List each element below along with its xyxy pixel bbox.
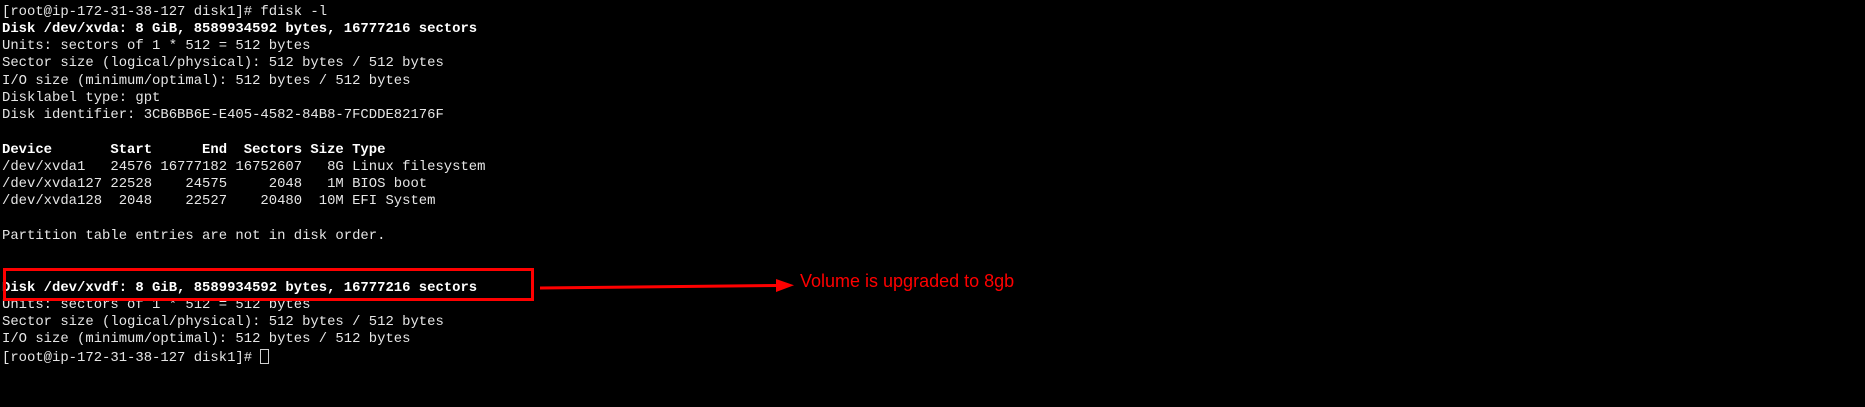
terminal-line: [root@ip-172-31-38-127 disk1]# fdisk -l [2, 4, 328, 20]
highlight-box [3, 268, 534, 301]
partition-row: /dev/xvda1 24576 16777182 16752607 8G Li… [2, 159, 486, 175]
terminal-line: Disklabel type: gpt [2, 90, 161, 106]
terminal-line: Sector size (logical/physical): 512 byte… [2, 314, 444, 330]
terminal-line: I/O size (minimum/optimal): 512 bytes / … [2, 73, 411, 89]
partition-table-header: Device Start End Sectors Size Type [2, 142, 386, 158]
annotation-arrow-icon [540, 279, 794, 292]
terminal-line: Units: sectors of 1 * 512 = 512 bytes [2, 38, 311, 54]
terminal-line: Sector size (logical/physical): 512 byte… [2, 55, 444, 71]
partition-row: /dev/xvda127 22528 24575 2048 1M BIOS bo… [2, 176, 428, 192]
partition-row: /dev/xvda128 2048 22527 20480 10M EFI Sy… [2, 193, 436, 209]
terminal-line: Disk identifier: 3CB6BB6E-E405-4582-84B8… [2, 107, 444, 123]
terminal-line: Partition table entries are not in disk … [2, 228, 386, 244]
prompt-line[interactable]: [root@ip-172-31-38-127 disk1]# [2, 349, 270, 366]
terminal-window[interactable]: [root@ip-172-31-38-127 disk1]# fdisk -l … [0, 0, 1865, 407]
block-cursor-icon [260, 349, 270, 364]
shell-prompt: [root@ip-172-31-38-127 disk1]# [2, 350, 261, 366]
terminal-line: I/O size (minimum/optimal): 512 bytes / … [2, 331, 411, 347]
annotation-text: Volume is upgraded to 8gb [800, 271, 1015, 291]
terminal-line: Disk /dev/xvda: 8 GiB, 8589934592 bytes,… [2, 21, 478, 37]
